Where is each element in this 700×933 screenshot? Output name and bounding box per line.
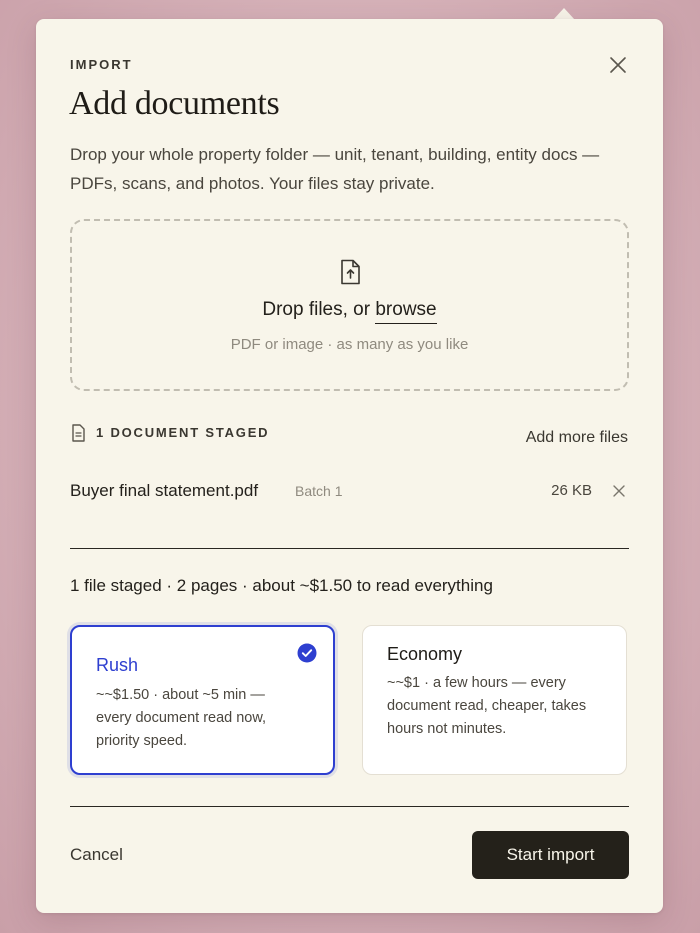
import-dialog: IMPORT Add documents Drop your whole pro… xyxy=(36,19,663,913)
divider xyxy=(70,806,629,807)
browse-link[interactable]: browse xyxy=(375,299,437,324)
dialog-eyebrow: IMPORT xyxy=(70,57,133,72)
file-row: Buyer final statement.pdf Batch 1 26 KB xyxy=(70,481,628,505)
cancel-button[interactable]: Cancel xyxy=(70,845,123,865)
file-upload-icon xyxy=(341,259,360,285)
divider xyxy=(70,548,629,549)
start-import-button[interactable]: Start import xyxy=(472,831,629,879)
document-icon xyxy=(72,424,85,442)
dropzone-hint: PDF or image · as many as you like xyxy=(230,336,469,353)
dialog-subtitle: Drop your whole property folder — unit, … xyxy=(70,145,600,193)
staged-count: 1 DOCUMENT STAGED xyxy=(96,425,270,440)
dropzone-prompt: Drop files, or browse xyxy=(72,299,627,324)
file-size: 26 KB xyxy=(551,482,592,499)
close-icon[interactable] xyxy=(608,55,628,75)
dialog-title: Add documents xyxy=(69,85,280,122)
speed-option-economy[interactable]: Economy ~~$1 · a few hours — every docum… xyxy=(362,625,627,775)
speed-option-rush[interactable]: Rush ~~$1.50 · about ~5 min — every docu… xyxy=(70,625,335,775)
staged-header: 1 DOCUMENT STAGED Add more files xyxy=(70,423,628,447)
file-name: Buyer final statement.pdf xyxy=(70,481,259,500)
staging-summary: 1 file staged · 2 pages · about ~$1.50 t… xyxy=(70,576,493,595)
dropzone-prompt-text: Drop files, or xyxy=(262,299,376,320)
add-more-files-button[interactable]: Add more files xyxy=(526,429,628,447)
option-description: ~~$1.50 · about ~5 min — every document … xyxy=(96,687,267,749)
file-dropzone[interactable]: Drop files, or browse PDF or image · as … xyxy=(70,219,629,391)
option-description: ~~$1 · a few hours — every document read… xyxy=(387,675,587,737)
file-batch: Batch 1 xyxy=(295,483,343,499)
option-name: Rush xyxy=(96,655,139,675)
check-icon xyxy=(297,643,317,663)
remove-file-icon[interactable] xyxy=(612,484,626,498)
option-name: Economy xyxy=(387,644,463,664)
